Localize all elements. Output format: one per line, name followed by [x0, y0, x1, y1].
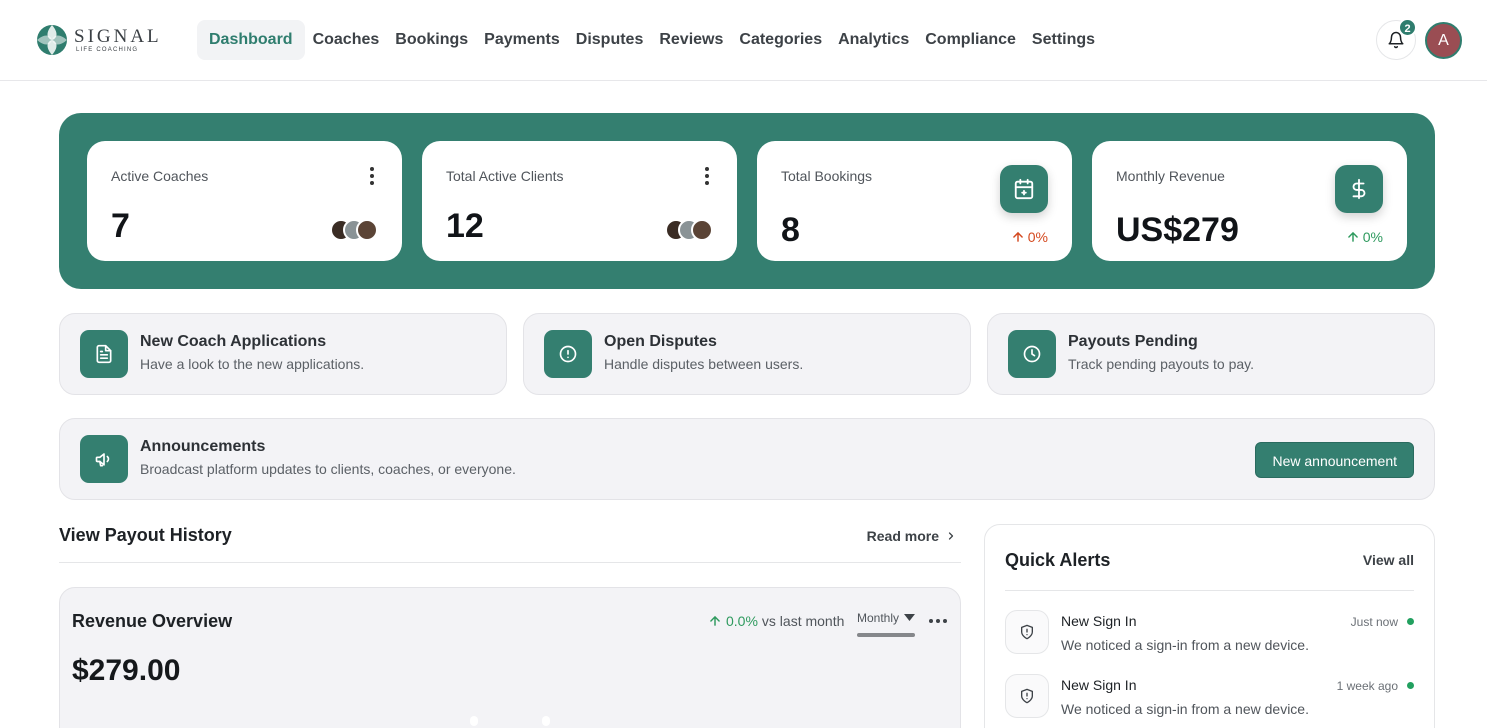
dollar-icon [1335, 165, 1383, 213]
action-title: Payouts Pending [1068, 333, 1198, 350]
stat-label: Monthly Revenue [1116, 168, 1225, 184]
stat-label: Total Bookings [781, 168, 873, 184]
stat-label: Total Active Clients [446, 168, 564, 184]
nav-item-bookings[interactable]: Bookings [387, 20, 476, 60]
new-announcement-button[interactable]: New announcement [1255, 442, 1414, 478]
nav-item-dashboard[interactable]: Dashboard [197, 20, 305, 60]
revenue-amount: $279.00 [72, 654, 181, 687]
stat-value: 8 [781, 211, 800, 249]
unread-indicator [1407, 618, 1414, 625]
stat-card-total-bookings: Total Bookings 8 0% [757, 141, 1072, 261]
alert-description: We noticed a sign-in from a new device. [1061, 637, 1309, 653]
clock-icon [1008, 330, 1056, 378]
quick-alerts-panel: Quick Alerts View all New Sign In We not… [984, 524, 1435, 728]
unread-indicator [1407, 682, 1414, 689]
alert-item[interactable]: New Sign In We noticed a sign-in from a … [1005, 674, 1414, 722]
user-avatar[interactable]: A [1425, 22, 1462, 59]
action-title: Open Disputes [604, 333, 717, 350]
stat-value: 7 [111, 207, 130, 245]
shield-alert-icon [1005, 610, 1049, 654]
alert-item[interactable]: New Sign In We noticed a sign-in from a … [1005, 610, 1414, 658]
more-options-icon[interactable] [929, 619, 947, 623]
arrow-up-icon [1012, 231, 1023, 242]
read-more-label: Read more [866, 528, 939, 544]
notification-count-badge: 2 [1398, 18, 1417, 37]
period-selector[interactable]: Monthly [857, 611, 915, 637]
notifications-button[interactable]: 2 [1376, 18, 1417, 60]
open-disputes-card[interactable]: Open Disputes Handle disputes between us… [523, 313, 971, 395]
megaphone-icon [80, 435, 128, 483]
main-nav: Dashboard Coaches Bookings Payments Disp… [197, 20, 1103, 60]
client-avatars [665, 219, 713, 241]
shield-alert-icon [1005, 674, 1049, 718]
top-navigation-bar: SIGNAL LIFE COACHING Dashboard Coaches B… [0, 0, 1487, 81]
avatar [356, 219, 378, 241]
period-selector-label: Monthly [857, 611, 900, 625]
nav-item-payments[interactable]: Payments [476, 20, 568, 60]
stat-delta-value: 0% [1027, 229, 1048, 245]
quick-alerts-title: Quick Alerts [1005, 550, 1111, 570]
stat-card-monthly-revenue: Monthly Revenue US$279 0% [1092, 141, 1407, 261]
avatar [691, 219, 713, 241]
nav-item-coaches[interactable]: Coaches [305, 20, 388, 60]
signal-logo-icon [37, 25, 67, 55]
chart-marker [470, 716, 478, 726]
stat-delta: 0% [1011, 229, 1048, 245]
brand-tagline: LIFE COACHING [76, 47, 139, 53]
payout-history-header: View Payout History Read more [59, 512, 961, 563]
payouts-pending-card[interactable]: Payouts Pending Track pending payouts to… [987, 313, 1435, 395]
nav-item-analytics[interactable]: Analytics [830, 20, 917, 60]
nav-item-disputes[interactable]: Disputes [568, 20, 652, 60]
alert-title: New Sign In [1061, 613, 1137, 629]
alert-title: New Sign In [1061, 677, 1137, 693]
stat-delta-value: 0% [1362, 229, 1383, 245]
stat-card-total-active-clients: Total Active Clients 12 [422, 141, 737, 261]
divider [1005, 590, 1414, 591]
alert-timestamp: Just now [1350, 615, 1398, 629]
announcements-title: Announcements [140, 438, 266, 455]
view-all-link[interactable]: View all [1363, 552, 1414, 568]
coach-avatars [330, 219, 378, 241]
revenue-delta-suffix: vs last month [761, 613, 845, 629]
action-title: New Coach Applications [140, 333, 327, 350]
caret-down-icon [904, 614, 915, 621]
action-description: Have a look to the new applications. [140, 356, 365, 372]
arrow-up-icon [1347, 231, 1358, 242]
revenue-delta-value: 0.0% [726, 613, 758, 629]
alert-description: We noticed a sign-in from a new device. [1061, 701, 1309, 717]
calendar-plus-icon [1000, 165, 1048, 213]
chevron-right-icon [948, 532, 954, 540]
brand-name: SIGNAL [74, 26, 162, 47]
action-description: Track pending payouts to pay. [1068, 356, 1254, 372]
alert-timestamp: 1 week ago [1336, 679, 1398, 693]
stat-card-active-coaches: Active Coaches 7 [87, 141, 402, 261]
more-options-icon[interactable] [705, 167, 709, 188]
document-icon [80, 330, 128, 378]
read-more-link[interactable]: Read more [867, 528, 957, 544]
revenue-delta: 0.0% vs last month [708, 613, 844, 629]
announcements-description: Broadcast platform updates to clients, c… [140, 461, 516, 477]
nav-item-categories[interactable]: Categories [731, 20, 830, 60]
more-options-icon[interactable] [370, 167, 374, 188]
new-coach-applications-card[interactable]: New Coach Applications Have a look to th… [59, 313, 507, 395]
revenue-overview-card: Revenue Overview $279.00 0.0% vs last mo… [59, 587, 961, 728]
alert-circle-icon [544, 330, 592, 378]
stat-value: 12 [446, 207, 484, 245]
action-description: Handle disputes between users. [604, 356, 804, 372]
nav-item-settings[interactable]: Settings [1024, 20, 1103, 60]
stat-value: US$279 [1116, 211, 1239, 249]
stat-label: Active Coaches [111, 168, 209, 184]
stat-delta: 0% [1346, 229, 1383, 245]
payout-history-title: View Payout History [59, 525, 232, 545]
nav-item-reviews[interactable]: Reviews [651, 20, 731, 60]
announcements-card: Announcements Broadcast platform updates… [59, 418, 1435, 500]
brand-logo[interactable]: SIGNAL LIFE COACHING [36, 24, 162, 56]
stats-banner: Active Coaches 7 Total Active Clients 12… [59, 113, 1435, 289]
chart-marker [542, 716, 550, 726]
nav-item-compliance[interactable]: Compliance [917, 20, 1024, 60]
revenue-overview-title: Revenue Overview [72, 611, 233, 631]
arrow-up-icon [710, 615, 720, 626]
